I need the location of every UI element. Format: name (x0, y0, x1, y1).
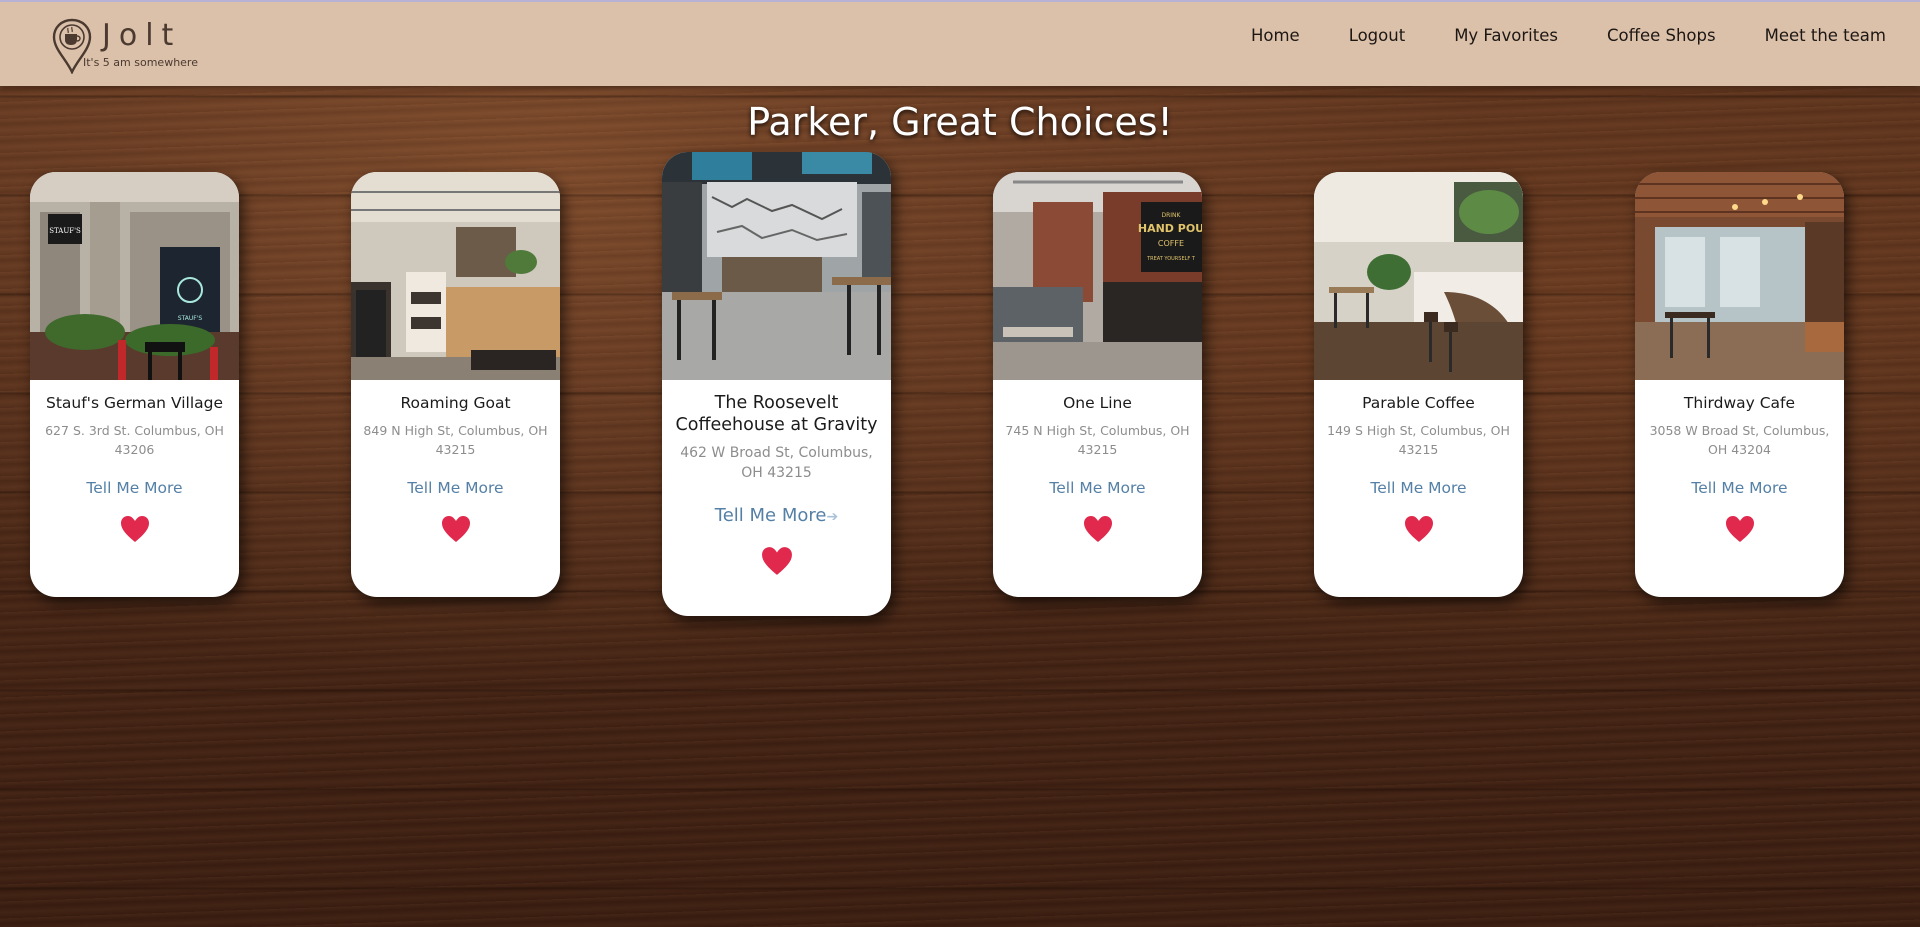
nav-home[interactable]: Home (1251, 26, 1300, 45)
shop-address: 462 W Broad St, Columbus, OH 43215 (680, 445, 873, 481)
heart-icon[interactable] (120, 515, 150, 543)
app-tagline: It's 5 am somewhere (83, 56, 198, 69)
shop-name: The Roosevelt Coffeehouse at Gravity (675, 393, 878, 435)
oneline-sign-text: DRINK (1162, 212, 1182, 219)
shop-card: DRINK HAND POU COFFE TREAT YOURSELF T On… (993, 172, 1202, 597)
shop-card: Roaming Goat 849 N High St, Columbus, OH… (351, 172, 560, 597)
tell-me-more-link[interactable]: Tell Me More (1005, 479, 1190, 497)
navbar: Jolt It's 5 am somewhere Home Logout My … (0, 0, 1920, 86)
shop-address: 3058 W Broad St, Columbus, OH 43204 (1649, 423, 1830, 457)
shop-name: One Line (1063, 394, 1132, 412)
oneline-sign-text: COFFE (1158, 239, 1184, 248)
shop-photo: DRINK HAND POU COFFE TREAT YOURSELF T (993, 172, 1202, 380)
shop-photo (1635, 172, 1844, 380)
nav-links: Home Logout My Favorites Coffee Shops Me… (1251, 26, 1886, 45)
heart-icon[interactable] (1404, 515, 1434, 543)
shop-name: Stauf's German Village (45, 394, 223, 412)
heart-icon[interactable] (761, 546, 793, 576)
nav-meet-the-team[interactable]: Meet the team (1765, 26, 1886, 45)
heart-icon[interactable] (1725, 515, 1755, 543)
oneline-sign-text: TREAT YOURSELF T (1146, 256, 1196, 262)
shop-name: Thirdway Cafe (1683, 394, 1796, 412)
tell-me-more-link[interactable]: Tell Me More➔ (674, 505, 879, 526)
shop-card: Parable Coffee 149 S High St, Columbus, … (1314, 172, 1523, 597)
arrow-right-icon: ➔ (826, 509, 839, 525)
shop-photo (1314, 172, 1523, 380)
tell-me-more-link[interactable]: Tell Me More (1326, 479, 1511, 497)
nav-logout[interactable]: Logout (1349, 26, 1406, 45)
nav-coffee-shops[interactable]: Coffee Shops (1607, 26, 1716, 45)
shop-address: 149 S High St, Columbus, OH 43215 (1327, 423, 1510, 457)
shop-photo (351, 172, 560, 380)
tell-me-more-link[interactable]: Tell Me More (363, 479, 548, 497)
heart-icon[interactable] (441, 515, 471, 543)
staufs-sign-text: STAUF'S (49, 227, 81, 235)
shop-name: Parable Coffee (1362, 394, 1475, 412)
shop-card: Thirdway Cafe 3058 W Broad St, Columbus,… (1635, 172, 1844, 597)
tell-me-more-link[interactable]: Tell Me More (42, 479, 227, 497)
shop-address: 627 S. 3rd St. Columbus, OH 43206 (45, 423, 224, 457)
app-name: Jolt (102, 18, 182, 53)
tell-me-more-label: Tell Me More (714, 505, 827, 526)
tell-me-more-link[interactable]: Tell Me More (1647, 479, 1832, 497)
page-headline: Parker, Great Choices! (747, 100, 1173, 144)
shop-photo (662, 152, 891, 380)
oneline-sign-text: HAND POU (1138, 222, 1202, 235)
shop-photo: STAUF'S STAUF'S (30, 172, 239, 380)
heart-icon[interactable] (1083, 515, 1113, 543)
shop-card: STAUF'S STAUF'S Stauf's German Village 6… (30, 172, 239, 597)
staufs-window-text: STAUF'S (178, 315, 203, 322)
shop-address: 745 N High St, Columbus, OH 43215 (1005, 423, 1190, 457)
shop-address: 849 N High St, Columbus, OH 43215 (363, 423, 548, 457)
nav-my-favorites[interactable]: My Favorites (1454, 26, 1558, 45)
shop-card-featured: The Roosevelt Coffeehouse at Gravity 462… (662, 152, 891, 616)
shop-name: Roaming Goat (400, 394, 511, 412)
